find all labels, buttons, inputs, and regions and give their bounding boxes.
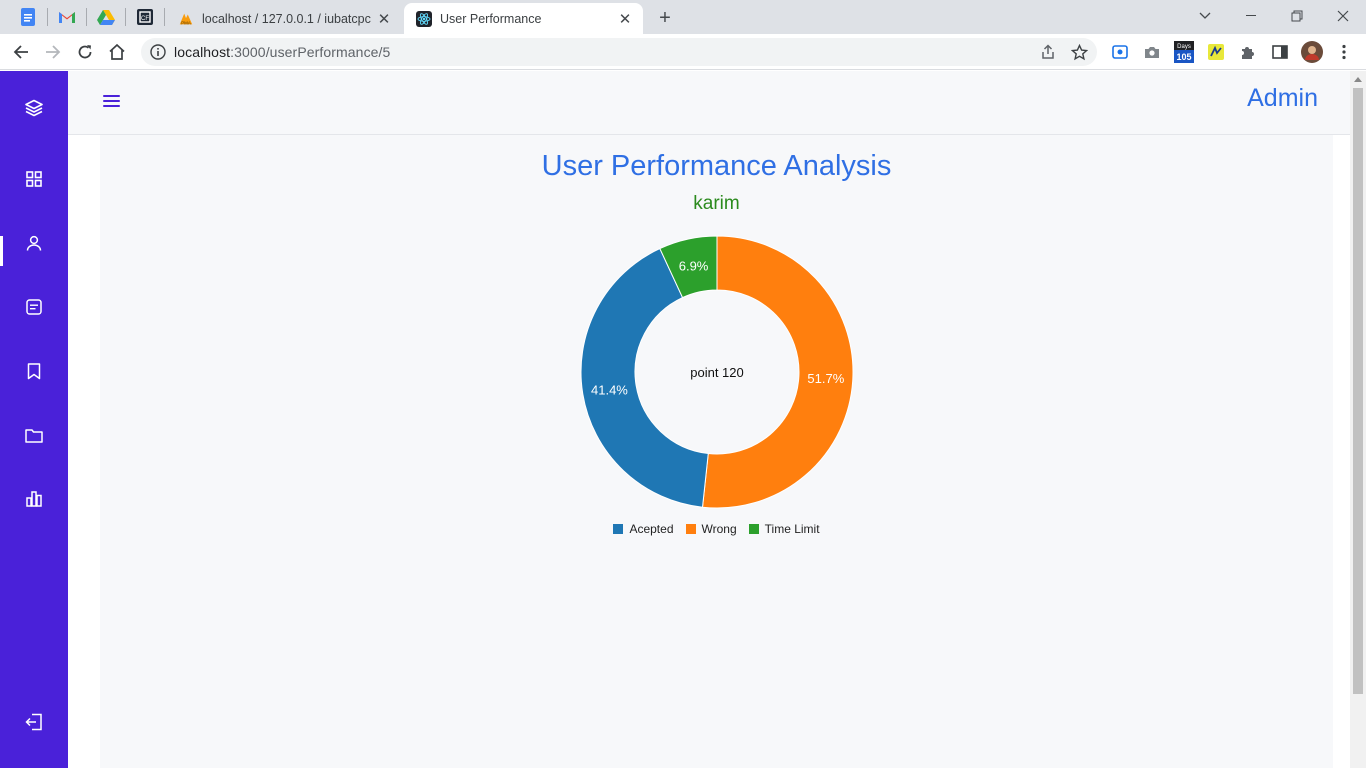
active-indicator: [0, 236, 3, 266]
legend-item[interactable]: Acepted: [613, 522, 674, 536]
google-drive-tab-icon[interactable]: [94, 6, 118, 28]
tab-title: User Performance: [440, 11, 542, 26]
page-scrollbar[interactable]: [1350, 71, 1366, 768]
back-icon[interactable]: [8, 39, 34, 65]
app-header: Admin: [68, 71, 1350, 135]
url-text: localhost:3000/userPerformance/5: [174, 44, 391, 60]
close-tab-icon[interactable]: ✕: [615, 9, 635, 29]
bookmark-star-icon[interactable]: [1069, 42, 1089, 62]
slice-percent-label: 41.4%: [591, 383, 628, 398]
svg-text:105: 105: [1176, 52, 1191, 62]
browser-tab-bar: CF PMA localhost / 127.0.0.1 / iubatcpc …: [0, 0, 1366, 34]
gmail-tab-icon[interactable]: [55, 6, 79, 28]
donut-center-label: point 120: [690, 365, 744, 380]
scroll-thumb[interactable]: [1353, 88, 1363, 694]
side-panel-icon[interactable]: [1267, 39, 1293, 65]
extensions-puzzle-icon[interactable]: [1235, 39, 1261, 65]
close-window-icon[interactable]: [1327, 4, 1359, 28]
performance-chart: 51.7% 41.4% 6.9% point 120: [100, 135, 1333, 768]
screen-recorder-extension-icon[interactable]: [1107, 39, 1133, 65]
restore-icon[interactable]: [1281, 4, 1313, 28]
close-tab-icon[interactable]: ✕: [374, 9, 394, 29]
legend-swatch: [685, 524, 696, 534]
bar-chart-icon[interactable]: [24, 489, 44, 509]
folder-icon[interactable]: [24, 425, 44, 445]
tab-search-icon[interactable]: [1189, 4, 1221, 28]
tab-title: localhost / 127.0.0.1 / iubatcpc /: [202, 11, 374, 26]
profile-avatar[interactable]: [1299, 39, 1325, 65]
logout-icon[interactable]: [24, 712, 44, 732]
google-docs-tab-icon[interactable]: [16, 6, 40, 28]
codechef-tab-icon[interactable]: CF: [133, 6, 157, 28]
donut-chart: 51.7% 41.4% 6.9% point 120: [580, 235, 854, 509]
svg-text:PMA: PMA: [181, 20, 191, 25]
slice-percent-label: 6.9%: [679, 259, 709, 274]
legend-label: Acepted: [629, 522, 674, 536]
scroll-up-icon[interactable]: [1354, 75, 1362, 83]
legend-item[interactable]: Time Limit: [748, 522, 820, 536]
camera-extension-icon[interactable]: [1139, 39, 1165, 65]
legend-item[interactable]: Wrong: [685, 522, 737, 536]
slice-percent-label: 51.7%: [807, 371, 844, 386]
share-icon[interactable]: [1038, 42, 1058, 62]
site-info-icon[interactable]: [149, 43, 167, 61]
dashboard-icon[interactable]: [24, 169, 44, 189]
address-bar[interactable]: localhost:3000/userPerformance/5: [141, 38, 1097, 66]
legend-swatch: [613, 524, 624, 534]
sidebar: [0, 71, 68, 768]
react-icon: [416, 10, 432, 27]
user-icon[interactable]: [24, 233, 44, 253]
yellow-extension-icon[interactable]: [1203, 39, 1229, 65]
minimize-icon[interactable]: [1235, 4, 1267, 28]
new-tab-button[interactable]: +: [654, 7, 676, 29]
message-icon[interactable]: [24, 297, 44, 317]
browser-toolbar: localhost:3000/userPerformance/5 Days 105: [0, 34, 1366, 70]
days-counter-extension-icon[interactable]: Days 105: [1171, 39, 1197, 65]
reload-icon[interactable]: [72, 39, 98, 65]
tab-user-performance[interactable]: User Performance ✕: [404, 3, 643, 34]
main-card: User Performance Analysis karim 51.7% 41.…: [100, 135, 1333, 768]
forward-icon[interactable]: [40, 39, 66, 65]
browser-menu-icon[interactable]: [1331, 39, 1357, 65]
svg-text:CF: CF: [141, 16, 149, 22]
tab-phpmyadmin[interactable]: PMA localhost / 127.0.0.1 / iubatcpc / ✕: [166, 3, 402, 34]
phpmyadmin-icon: PMA: [178, 11, 194, 27]
bookmark-icon[interactable]: [24, 361, 44, 381]
layers-icon[interactable]: [24, 98, 44, 118]
legend-label: Time Limit: [764, 522, 820, 536]
chart-legend: Acepted Wrong Time Limit: [100, 522, 1333, 536]
svg-text:Days: Days: [1177, 44, 1191, 50]
home-icon[interactable]: [104, 39, 130, 65]
menu-toggle-icon[interactable]: [102, 92, 122, 110]
legend-swatch: [748, 524, 759, 534]
admin-label[interactable]: Admin: [1247, 84, 1318, 113]
legend-label: Wrong: [701, 522, 737, 536]
